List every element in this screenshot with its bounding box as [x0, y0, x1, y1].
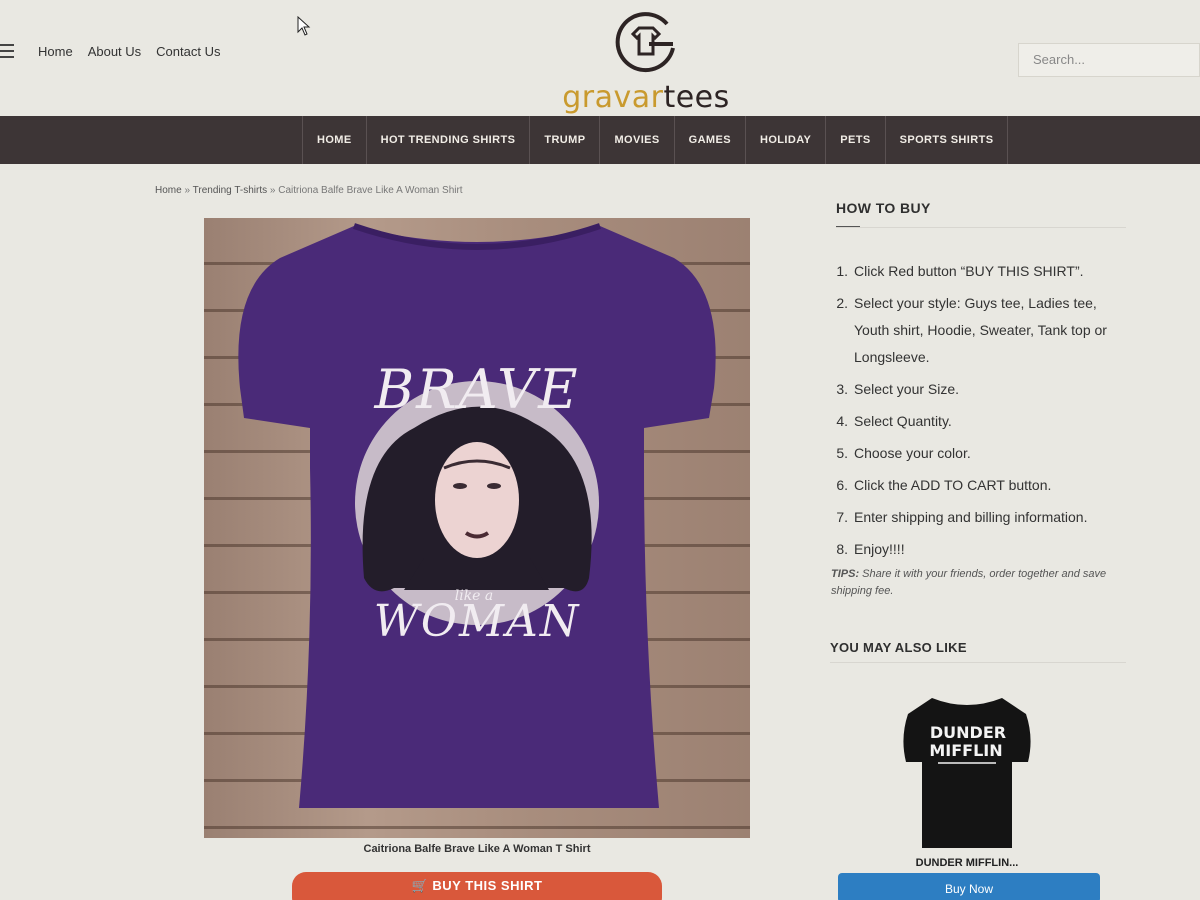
site-header: Home About Us Contact Us gravartees Sear… [0, 0, 1200, 116]
nav-holiday[interactable]: HOLIDAY [744, 116, 825, 164]
related-product-image[interactable]: DUNDER MIFFLIN [902, 690, 1032, 852]
breadcrumb-category[interactable]: Trending T-shirts [193, 185, 267, 196]
nav-games[interactable]: GAMES [673, 116, 745, 164]
breadcrumb-separator: » [267, 185, 279, 196]
top-link-home[interactable]: Home [38, 44, 73, 59]
how-to-buy-steps: 1. Click Red button “BUY THIS SHIRT”. 2. S… [832, 258, 1132, 568]
menu-icon[interactable] [0, 44, 16, 58]
tips-label: TIPS: [831, 568, 860, 580]
list-item: 7. Enter shipping and billing information… [836, 509, 1088, 525]
divider [830, 662, 1126, 663]
logo-mark-icon [615, 12, 675, 73]
tshirt-graphic: BRAVE like a WOMAN [238, 223, 716, 808]
list-item: 5. Choose your color. [836, 445, 971, 461]
breadcrumb-current: Caitriona Balfe Brave Like A Woman Shirt [278, 185, 463, 196]
breadcrumb-separator: » [181, 185, 193, 196]
top-link-about[interactable]: About Us [88, 44, 141, 59]
top-link-contact[interactable]: Contact Us [156, 44, 220, 59]
buy-button-label: BUY THIS SHIRT [432, 878, 543, 893]
search-input[interactable]: Search... [1018, 43, 1200, 77]
nav-hot-trending-shirts[interactable]: HOT TRENDING SHIRTS [365, 116, 530, 164]
list-item: 6. Click the ADD TO CART button. [836, 477, 1052, 493]
nav-home[interactable]: HOME [302, 116, 366, 164]
list-item: 3. Select your Size. [836, 381, 960, 397]
nav-sports-shirts[interactable]: SPORTS SHIRTS [884, 116, 1009, 164]
nav-trump[interactable]: TRUMP [529, 116, 599, 164]
tips-text: TIPS: Share it with your friends, order … [831, 566, 1131, 600]
divider [836, 227, 1126, 228]
nav-pets[interactable]: PETS [825, 116, 884, 164]
product-caption: Caitriona Balfe Brave Like A Woman T Shi… [363, 843, 591, 855]
top-links: Home About Us Contact Us [38, 44, 220, 59]
main-nav: HOME HOT TRENDING SHIRTS TRUMP MOVIES GA… [0, 116, 1200, 164]
breadcrumb: Home » Trending T-shirts » Caitriona Bal… [155, 185, 463, 196]
list-item: 1. Click Red button “BUY THIS SHIRT”. [836, 263, 1084, 279]
you-may-also-like-title: YOU MAY ALSO LIKE [830, 640, 967, 655]
logo-text-part2: tees [663, 80, 730, 115]
logo-text-part1: gravar [562, 80, 664, 115]
cart-icon: 🛒 [411, 878, 433, 893]
related-shirt-line2: MIFFLIN [929, 741, 1002, 760]
related-shirt-line1: DUNDER [930, 723, 1006, 742]
related-product-name[interactable]: DUNDER MIFFLIN... [902, 857, 1032, 869]
breadcrumb-home[interactable]: Home [155, 185, 182, 196]
mouse-cursor-icon [297, 16, 311, 36]
list-item: 4. Select Quantity. [836, 413, 952, 429]
list-item: 2. Select your style: Guys tee, Ladies te… [836, 295, 1107, 365]
nav-movies[interactable]: MOVIES [599, 116, 673, 164]
product-image[interactable]: BRAVE like a WOMAN [204, 218, 750, 838]
site-logo[interactable]: gravartees [556, 4, 736, 115]
shirt-text-top: BRAVE [373, 358, 579, 421]
list-item: 8. Enjoy!!!! [836, 541, 905, 557]
logo-text: gravartees [556, 80, 736, 115]
buy-this-shirt-button[interactable]: 🛒 BUY THIS SHIRT [292, 872, 662, 900]
related-buy-now-button[interactable]: Buy Now [838, 873, 1100, 900]
shirt-text-bottom: WOMAN [374, 596, 581, 647]
related-tshirt-graphic: DUNDER MIFFLIN [903, 698, 1031, 848]
how-to-buy-title: HOW TO BUY [836, 200, 931, 216]
tips-body: Share it with your friends, order togeth… [831, 568, 1107, 597]
